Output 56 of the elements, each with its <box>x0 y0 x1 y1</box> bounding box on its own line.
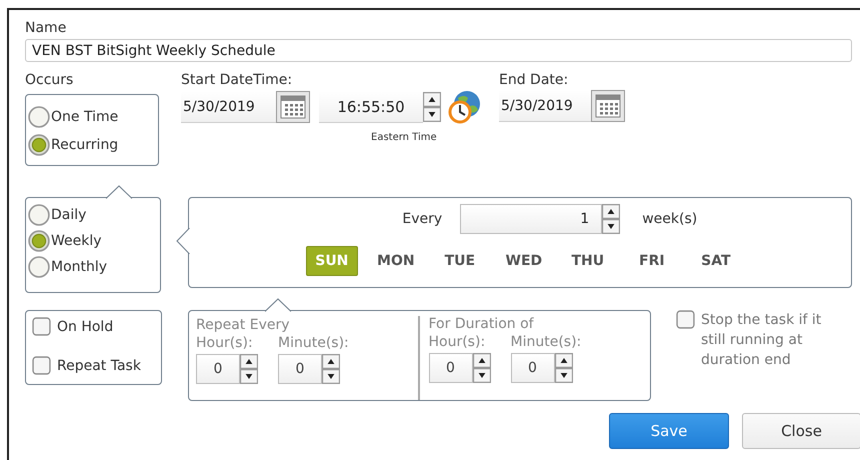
checkbox-label: On Hold <box>57 318 114 334</box>
up-arrow-icon[interactable] <box>472 353 490 368</box>
up-arrow-icon[interactable] <box>554 353 572 368</box>
radio-option[interactable]: Monthly <box>28 254 160 280</box>
unit-label: week(s) <box>642 211 698 227</box>
name-field[interactable]: VEN BST BitSight Weekly Schedule <box>25 39 852 62</box>
radio-button[interactable] <box>28 230 50 252</box>
checkbox[interactable] <box>32 317 51 336</box>
radio-option[interactable]: Weekly <box>28 228 160 254</box>
down-arrow-icon[interactable] <box>602 219 620 234</box>
interval-field[interactable]: 1 <box>460 204 602 234</box>
day-toggle[interactable]: FRI <box>626 246 678 276</box>
radio-button[interactable] <box>28 134 50 156</box>
day-toggle[interactable]: WED <box>498 246 550 276</box>
spinner[interactable] <box>423 92 441 122</box>
globe-clock-icon[interactable] <box>448 90 482 124</box>
spinner[interactable] <box>602 204 620 234</box>
field-label: Minute(s): <box>510 334 582 350</box>
radio-label: Weekly <box>51 233 102 249</box>
down-arrow-icon[interactable] <box>423 107 441 122</box>
radio-option[interactable]: One Time <box>28 103 158 131</box>
radio-option[interactable]: Recurring <box>28 131 158 159</box>
calendar-icon[interactable] <box>276 91 310 123</box>
field-label: Hour(s): <box>428 334 486 350</box>
day-toggle[interactable]: SAT <box>690 246 742 276</box>
radio-option[interactable]: Daily <box>28 202 160 228</box>
radio-button[interactable] <box>28 256 50 278</box>
stop-task-label: Stop the task if it still running at duration end <box>701 311 822 370</box>
field-label: Hour(s): <box>196 335 254 351</box>
down-arrow-icon[interactable] <box>554 368 572 383</box>
end-date-label: End Date: <box>499 72 570 88</box>
radio-label: Daily <box>51 207 86 223</box>
occurs-label: Occurs <box>25 72 74 88</box>
every-label: Every <box>402 211 442 227</box>
day-toggle[interactable]: MON <box>370 246 422 276</box>
up-arrow-icon[interactable] <box>423 92 441 107</box>
checkbox-label: Repeat Task <box>57 358 141 374</box>
radio-label: Recurring <box>51 137 118 153</box>
dialog-button[interactable]: Save <box>609 413 729 449</box>
radio-label: One Time <box>51 109 118 125</box>
calendar-icon[interactable] <box>591 90 625 122</box>
dialog-button[interactable]: Close <box>742 413 860 449</box>
group-title: Repeat Every <box>196 317 291 333</box>
field-label: Minute(s): <box>278 335 349 351</box>
group-title: For Duration of <box>428 316 535 332</box>
start-label: Start DateTime: <box>181 72 294 88</box>
day-toggle[interactable]: THU <box>562 246 614 276</box>
name-label: Name <box>25 20 68 36</box>
up-arrow-icon[interactable] <box>602 204 620 219</box>
down-arrow-icon[interactable] <box>472 368 490 383</box>
day-toggle[interactable]: TUE <box>434 246 486 276</box>
radio-button[interactable] <box>28 106 50 128</box>
radio-label: Monthly <box>51 259 108 275</box>
radio-button[interactable] <box>28 204 50 226</box>
checkbox[interactable] <box>32 356 51 375</box>
timezone-label: Eastern Time <box>371 132 438 143</box>
